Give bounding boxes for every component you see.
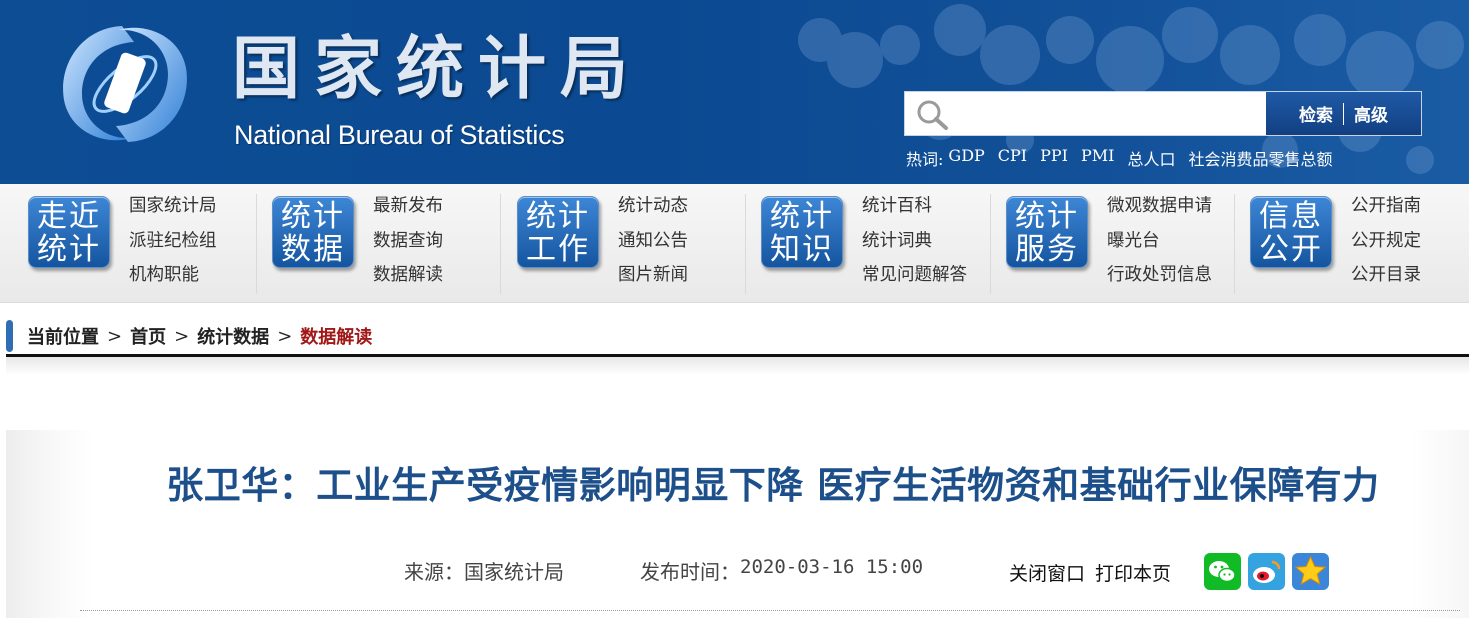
nav-tile-line: 信息 bbox=[1259, 199, 1323, 234]
hotword-retail-sales[interactable]: 社会消费品零售总额 bbox=[1188, 146, 1332, 170]
nav-link[interactable]: 公开规定 bbox=[1351, 229, 1421, 264]
close-window-button[interactable]: 关闭窗口 bbox=[1009, 559, 1085, 586]
nav-link[interactable]: 通知公告 bbox=[618, 229, 688, 264]
breadcrumb: 当前位置 > 首页 > 统计数据 > 数据解读 bbox=[6, 318, 372, 354]
nav-divider bbox=[500, 194, 501, 294]
breadcrumb-separator: > bbox=[277, 325, 293, 347]
search-icon bbox=[917, 100, 948, 130]
breadcrumb-marker bbox=[6, 320, 13, 352]
nav-tile-line: 服务 bbox=[1015, 232, 1079, 267]
nav-link[interactable]: 公开指南 bbox=[1351, 194, 1421, 229]
share-bar bbox=[1204, 553, 1329, 590]
breadcrumb-label: 当前位置 bbox=[27, 327, 99, 348]
nav-divider bbox=[1234, 194, 1235, 294]
search-buttons: 检索 高级 bbox=[1266, 92, 1421, 135]
breadcrumb-separator: > bbox=[107, 325, 123, 347]
nav-tile-work[interactable]: 统计 工作 bbox=[517, 196, 599, 268]
hotword-ppi[interactable]: PPI bbox=[1040, 146, 1068, 170]
hotword-population[interactable]: 总人口 bbox=[1127, 146, 1175, 170]
nav-link[interactable]: 公开目录 bbox=[1351, 263, 1421, 298]
nav-tile-line: 公开 bbox=[1259, 232, 1323, 267]
weibo-icon[interactable] bbox=[1248, 553, 1285, 590]
nav-divider bbox=[256, 194, 257, 294]
nav-link[interactable]: 行政处罚信息 bbox=[1107, 263, 1212, 298]
wechat-icon[interactable] bbox=[1204, 553, 1241, 590]
nav-tile-line: 统计 bbox=[1015, 199, 1079, 234]
nav-divider bbox=[990, 194, 991, 294]
nav-tile-disclosure[interactable]: 信息 公开 bbox=[1250, 196, 1332, 268]
hotword-pmi[interactable]: PMI bbox=[1081, 146, 1114, 170]
nav-link[interactable]: 图片新闻 bbox=[618, 263, 688, 298]
hotwords-bar: 热词: GDP CPI PPI PMI 总人口 社会消费品零售总额 bbox=[906, 146, 1332, 170]
article-title: 张卫华：工业生产受疫情影响明显下降 医疗生活物资和基础行业保障有力 bbox=[166, 464, 1380, 507]
nav-link[interactable]: 微观数据申请 bbox=[1107, 194, 1212, 229]
print-page-button[interactable]: 打印本页 bbox=[1095, 559, 1171, 586]
search-button[interactable]: 检索 bbox=[1299, 101, 1333, 126]
nav-link[interactable]: 曝光台 bbox=[1107, 229, 1212, 264]
search-bar: 检索 高级 bbox=[904, 91, 1422, 136]
nav-tile-data[interactable]: 统计 数据 bbox=[272, 196, 354, 268]
nav-tile-line: 统计 bbox=[37, 232, 101, 267]
search-input[interactable] bbox=[957, 98, 1257, 130]
nav-tile-line: 走近 bbox=[37, 199, 101, 234]
nav-tile-about[interactable]: 走近 统计 bbox=[28, 196, 110, 268]
nav-divider bbox=[745, 194, 746, 294]
breadcrumb-shadow bbox=[6, 357, 1469, 375]
breadcrumb-home[interactable]: 首页 bbox=[130, 323, 166, 349]
nav-link[interactable]: 统计动态 bbox=[618, 194, 688, 229]
nav-tile-service[interactable]: 统计 服务 bbox=[1006, 196, 1088, 268]
nbs-logo-icon bbox=[63, 26, 187, 143]
breadcrumb-current[interactable]: 数据解读 bbox=[300, 323, 372, 349]
breadcrumb-separator: > bbox=[174, 325, 190, 347]
nav-link[interactable]: 统计词典 bbox=[862, 229, 967, 264]
nav-link[interactable]: 机构职能 bbox=[129, 263, 217, 298]
hotwords-label: 热词: bbox=[906, 150, 944, 169]
nav-tile-line: 知识 bbox=[770, 232, 834, 267]
nav-tile-line: 数据 bbox=[281, 232, 345, 267]
site-title-en: National Bureau of Statistics bbox=[234, 120, 565, 150]
advanced-search-button[interactable]: 高级 bbox=[1354, 101, 1388, 126]
site-header: 国家统计局 National Bureau of Statistics 检索 高… bbox=[0, 0, 1469, 184]
nav-link[interactable]: 国家统计局 bbox=[129, 194, 217, 229]
article-tools: 关闭窗口 打印本页 bbox=[1009, 559, 1171, 586]
publish-time-label: 发布时间： bbox=[640, 560, 740, 584]
source-label: 来源： bbox=[404, 560, 464, 584]
hotword-cpi[interactable]: CPI bbox=[998, 146, 1027, 170]
hotword-gdp[interactable]: GDP bbox=[948, 146, 984, 170]
search-button-divider bbox=[1343, 102, 1344, 125]
article-meta: 来源： 国家统计局 发布时间： 2020-03-16 15:00 bbox=[404, 556, 923, 585]
nav-link[interactable]: 最新发布 bbox=[373, 194, 443, 229]
nav-link[interactable]: 统计百科 bbox=[862, 194, 967, 229]
nav-tile-knowledge[interactable]: 统计 知识 bbox=[761, 196, 843, 268]
nav-tile-line: 工作 bbox=[526, 232, 590, 267]
nav-tile-line: 统计 bbox=[770, 199, 834, 234]
nav-link[interactable]: 派驻纪检组 bbox=[129, 229, 217, 264]
article-divider bbox=[80, 610, 1460, 611]
main-nav: 走近 统计 国家统计局 派驻纪检组 机构职能 统计 数据 最新发布 数据查询 数… bbox=[0, 184, 1469, 303]
nav-tile-line: 统计 bbox=[526, 199, 590, 234]
site-title-cn: 国家统计局 bbox=[232, 30, 643, 109]
publish-time-value: 2020-03-16 15:00 bbox=[740, 556, 924, 578]
breadcrumb-statistics-data[interactable]: 统计数据 bbox=[197, 323, 269, 349]
favorite-star-icon[interactable] bbox=[1292, 553, 1329, 590]
nav-link[interactable]: 常见问题解答 bbox=[862, 263, 967, 298]
source-value: 国家统计局 bbox=[464, 560, 564, 584]
nav-link[interactable]: 数据解读 bbox=[373, 263, 443, 298]
nav-link[interactable]: 数据查询 bbox=[373, 229, 443, 264]
nav-tile-line: 统计 bbox=[281, 199, 345, 234]
